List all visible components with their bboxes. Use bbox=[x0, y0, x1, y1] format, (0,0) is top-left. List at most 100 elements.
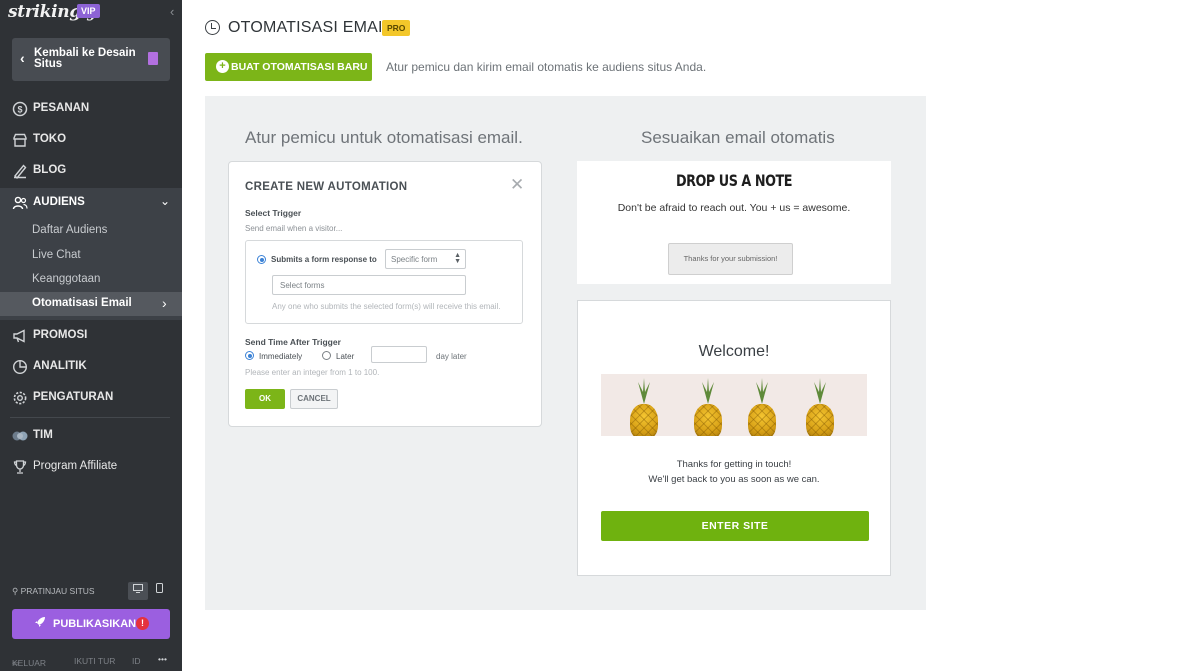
pie-chart-icon bbox=[12, 359, 28, 375]
page-title: OTOMATISASI EMAIL bbox=[228, 19, 392, 36]
logo-row: strikingly VIP ‹ bbox=[0, 0, 182, 26]
email-body-line-2: We'll get back to you as soon as we can. bbox=[648, 474, 820, 485]
nav-label: TIM bbox=[33, 429, 53, 441]
sub-item-label: Live Chat bbox=[32, 249, 81, 261]
publish-button[interactable]: PUBLIKASIKAN ! bbox=[12, 609, 170, 639]
form-heading: DROP US A NOTE bbox=[676, 171, 792, 190]
nav-label: TOKO bbox=[33, 133, 67, 145]
sub-item-keanggotaan[interactable]: Keanggotaan bbox=[0, 268, 182, 292]
nav-item-program-affiliate[interactable]: Program Affiliate bbox=[0, 452, 182, 483]
day-later-label: day later bbox=[436, 352, 467, 361]
desktop-icon bbox=[133, 584, 143, 593]
clock-icon bbox=[205, 20, 220, 35]
sub-item-otomatisasi-email[interactable]: Otomatisasi Email › bbox=[0, 292, 182, 316]
more-menu-icon[interactable]: ••• bbox=[158, 654, 167, 664]
form-preview-card[interactable]: DROP US A NOTE Don't be afraid to reach … bbox=[577, 161, 891, 284]
nav-label: PENGATURAN bbox=[33, 391, 114, 403]
users-icon bbox=[12, 195, 28, 211]
page-description: Atur pemicu dan kirim email otomatis ke … bbox=[386, 60, 707, 74]
email-column-title: Sesuaikan email otomatis bbox=[641, 128, 835, 147]
create-automation-modal: CREATE NEW AUTOMATION ✕ Select Trigger S… bbox=[228, 161, 542, 427]
modal-title: CREATE NEW AUTOMATION bbox=[245, 181, 408, 193]
store-icon bbox=[12, 132, 28, 148]
nav-item-pengaturan[interactable]: PENGATURAN bbox=[0, 383, 182, 414]
desktop-preview-button[interactable] bbox=[128, 582, 148, 600]
sub-item-daftar-audiens[interactable]: Daftar Audiens bbox=[0, 219, 182, 243]
back-button-label: Kembali ke Desain Situs bbox=[34, 47, 136, 70]
page-icon bbox=[148, 52, 158, 65]
days-input[interactable] bbox=[371, 346, 427, 363]
mobile-icon bbox=[155, 583, 163, 593]
language-selector[interactable]: ID bbox=[132, 656, 141, 666]
select-arrows-icon: ▲ ▼ bbox=[454, 252, 461, 265]
logout-label: KELUAR bbox=[12, 658, 47, 668]
pineapple-image bbox=[802, 378, 838, 436]
ok-button[interactable]: OK bbox=[245, 389, 285, 409]
preview-site-link[interactable]: ⚲ PRATINJAU SITUS bbox=[12, 586, 95, 597]
chevron-right-icon: › bbox=[162, 295, 167, 311]
send-when-hint: Send email when a visitor... bbox=[245, 224, 343, 233]
vip-badge: VIP bbox=[77, 4, 100, 18]
form-type-select[interactable]: Specific form ▲ ▼ bbox=[385, 249, 466, 269]
nav-label: Program Affiliate bbox=[33, 460, 118, 472]
trophy-icon bbox=[12, 459, 28, 475]
email-body-line-1: Thanks for getting in touch! bbox=[676, 459, 792, 470]
trigger-options-box: Submits a form response to Specific form… bbox=[245, 240, 523, 324]
pineapple-banner-image bbox=[601, 374, 867, 436]
team-avatar-icon bbox=[12, 428, 28, 444]
immediately-radio[interactable] bbox=[245, 351, 254, 360]
nav-item-analitik[interactable]: ANALITIK bbox=[0, 352, 182, 383]
pen-icon bbox=[12, 163, 28, 180]
preview-row: ⚲ PRATINJAU SITUS bbox=[0, 580, 182, 602]
chevron-down-icon: ⌄ bbox=[160, 194, 171, 208]
pro-badge: PRO bbox=[382, 20, 411, 36]
svg-text:$: $ bbox=[17, 105, 22, 115]
chevron-left-icon: ‹ bbox=[20, 50, 25, 66]
nav-item-blog[interactable]: BLOG bbox=[0, 156, 182, 187]
pineapple-image bbox=[690, 378, 726, 436]
integer-hint: Please enter an integer from 1 to 100. bbox=[245, 368, 380, 377]
collapse-sidebar-icon[interactable]: ‹ bbox=[170, 4, 174, 19]
warning-badge-icon: ! bbox=[136, 617, 149, 630]
sub-item-label: Otomatisasi Email bbox=[32, 297, 132, 309]
later-label: Later bbox=[336, 352, 355, 361]
plus-circle-icon: + bbox=[216, 60, 229, 73]
close-icon[interactable]: ✕ bbox=[510, 176, 524, 193]
mobile-preview-button[interactable] bbox=[149, 582, 169, 600]
nav-label: PROMOSI bbox=[33, 329, 88, 341]
nav-label: PESANAN bbox=[33, 102, 90, 114]
sidebar: strikingly VIP ‹ ‹ Kembali ke Desain Sit… bbox=[0, 0, 182, 671]
email-preview-card[interactable]: Welcome! Thanks for getting in touch! We… bbox=[577, 300, 891, 576]
cancel-button[interactable]: CANCEL bbox=[290, 389, 338, 409]
create-automation-button[interactable]: + BUAT OTOMATISASI BARU bbox=[205, 53, 372, 81]
preview-label: PRATINJAU SITUS bbox=[20, 586, 95, 596]
email-welcome-heading: Welcome! bbox=[698, 343, 770, 360]
sub-item-label: Daftar Audiens bbox=[32, 224, 108, 236]
nav-item-pesanan[interactable]: $ PESANAN bbox=[0, 94, 182, 125]
sub-item-live-chat[interactable]: Live Chat bbox=[0, 244, 182, 268]
nav-item-tim[interactable]: TIM bbox=[0, 421, 182, 452]
megaphone-icon bbox=[12, 328, 28, 344]
later-radio[interactable] bbox=[322, 351, 331, 360]
search-icon: ⚲ bbox=[12, 586, 21, 596]
select-trigger-label: Select Trigger bbox=[245, 208, 302, 218]
enter-site-button[interactable]: ENTER SITE bbox=[601, 511, 869, 541]
form-response-label: Submits a form response to bbox=[271, 255, 377, 264]
nav-item-toko[interactable]: TOKO bbox=[0, 125, 182, 156]
dollar-circle-icon: $ bbox=[12, 101, 28, 117]
gear-icon bbox=[12, 390, 28, 406]
form-subtext: Don't be afraid to reach out. You + us =… bbox=[617, 202, 851, 214]
create-automation-label: BUAT OTOMATISASI BARU bbox=[231, 61, 368, 73]
nav-label: BLOG bbox=[33, 164, 67, 176]
select-forms-input[interactable]: Select forms bbox=[272, 275, 466, 295]
submission-thanks-message: Thanks for your submission! bbox=[668, 243, 793, 275]
form-response-radio[interactable] bbox=[257, 255, 266, 264]
rocket-icon bbox=[34, 616, 46, 631]
form-type-value: Specific form bbox=[391, 255, 438, 264]
nav-item-audiens[interactable]: AUDIENS ⌄ bbox=[0, 188, 182, 219]
back-to-design-button[interactable]: ‹ Kembali ke Desain Situs bbox=[12, 38, 170, 81]
take-tour-link[interactable]: IKUTI TUR bbox=[74, 656, 115, 666]
pineapple-image bbox=[744, 378, 780, 436]
publish-label: PUBLIKASIKAN bbox=[53, 618, 137, 630]
nav-item-promosi[interactable]: PROMOSI bbox=[0, 321, 182, 352]
